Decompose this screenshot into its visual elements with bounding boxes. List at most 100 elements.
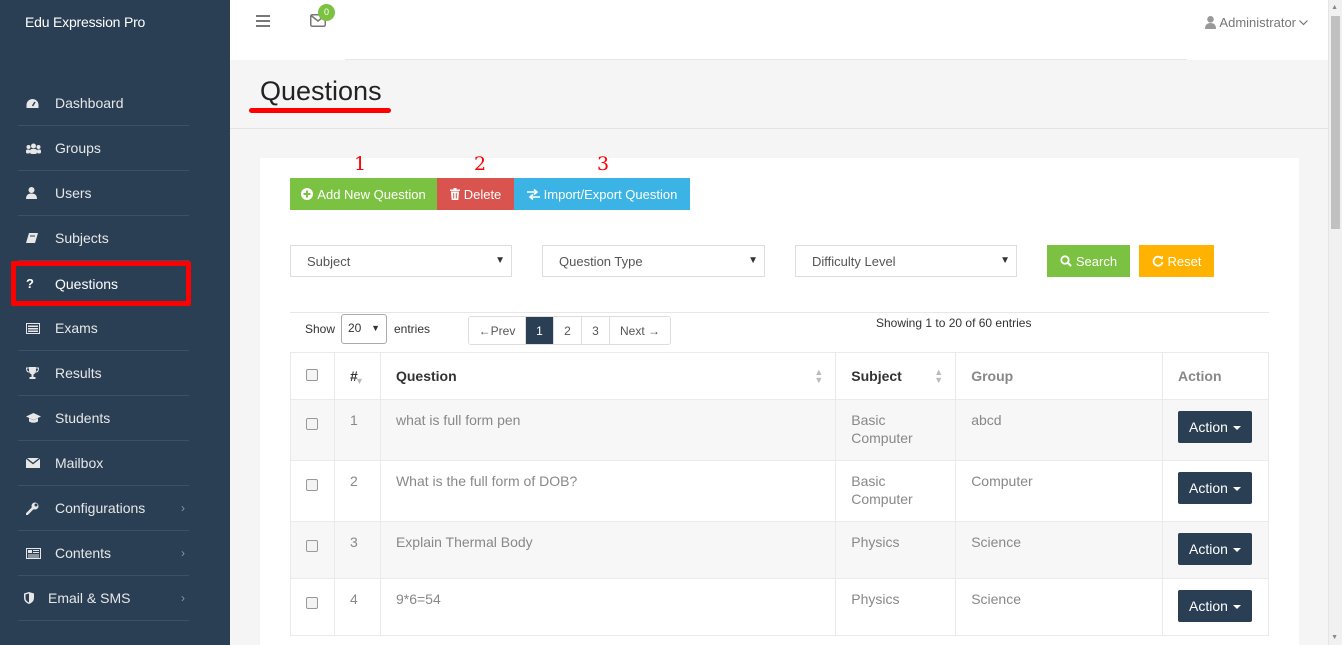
exam-icon <box>18 322 55 334</box>
sidebar-item-label: Results <box>55 365 102 381</box>
sidebar-item-questions[interactable]: ? Questions <box>11 261 191 306</box>
page-button-2[interactable]: 2 <box>554 317 582 344</box>
next-page-button[interactable]: Next → <box>610 317 670 344</box>
annotation-1: 1 <box>354 153 367 175</box>
row-checkbox[interactable] <box>306 540 318 552</box>
column-header-subject[interactable]: Subject ▲ ▼ <box>835 352 957 400</box>
page-size-select[interactable]: 20 ▼ <box>341 314 387 344</box>
sidebar-item-label: Subjects <box>55 230 109 246</box>
sidebar-item-results[interactable]: Results <box>18 351 189 396</box>
sidebar-item-subjects[interactable]: Subjects <box>18 216 189 261</box>
sidebar-item-dashboard[interactable]: Dashboard <box>18 81 189 126</box>
sidebar-item-students[interactable]: Students <box>18 396 189 441</box>
group-text: Science <box>955 521 1163 579</box>
user-menu[interactable]: Administrator <box>1205 15 1308 30</box>
subject-select[interactable]: Subject ▼ <box>290 245 512 277</box>
sidebar-item-configurations[interactable]: Configurations › <box>18 486 189 531</box>
action-cell: Action <box>1161 460 1270 522</box>
column-header-number[interactable]: # ▼ <box>333 352 381 400</box>
page-button-3[interactable]: 3 <box>582 317 610 344</box>
sidebar-item-contents[interactable]: Contents › <box>18 531 189 576</box>
page-button-1[interactable]: 1 <box>526 317 554 344</box>
sidebar-item-label: Students <box>55 410 111 426</box>
row-checkbox[interactable] <box>306 479 318 491</box>
sidebar-item-label: Contents <box>55 545 112 561</box>
row-checkbox[interactable] <box>306 597 318 609</box>
divider <box>290 312 1269 313</box>
sort-icon: ▲ ▼ <box>934 367 944 385</box>
group-text: abcd <box>955 399 1163 461</box>
action-dropdown-button[interactable]: Action <box>1177 590 1252 622</box>
pagination: ←Prev 1 2 3 Next → <box>468 316 671 345</box>
row-number: 3 <box>333 521 381 579</box>
divider <box>345 59 1187 60</box>
plus-circle-icon <box>301 188 314 200</box>
scroll-down-icon[interactable]: ▼ <box>1331 634 1338 641</box>
row-number: 1 <box>333 399 381 461</box>
caret-down-icon <box>1232 426 1241 430</box>
subject-text: Physics <box>835 521 957 579</box>
sidebar-item-users[interactable]: Users <box>18 171 189 216</box>
scrollbar-thumb[interactable] <box>1331 16 1340 229</box>
delete-button[interactable]: Delete <box>437 178 514 210</box>
graduation-cap-icon <box>18 412 55 424</box>
select-all-checkbox[interactable] <box>306 369 318 381</box>
sidebar-item-label: Email & SMS <box>48 590 131 606</box>
highlight-underline <box>249 108 391 113</box>
sidebar-item-groups[interactable]: Groups <box>18 126 189 171</box>
wrench-icon <box>18 502 55 515</box>
table-row: 3 Explain Thermal Body Physics Science A… <box>290 521 1270 579</box>
question-type-select-value: Question Type <box>559 254 643 269</box>
sidebar-item-label: Groups <box>55 140 101 156</box>
chevron-right-icon: › <box>181 591 185 605</box>
brand-title[interactable]: Edu Expression Pro <box>0 0 230 60</box>
sidebar-item-mailbox[interactable]: Mailbox <box>18 441 189 486</box>
subject-select-value: Subject <box>307 254 351 269</box>
sidebar-item-exams[interactable]: Exams <box>18 306 189 351</box>
sidebar-item-email-sms[interactable]: Email & SMS › <box>18 576 189 621</box>
row-number: 4 <box>333 578 381 636</box>
action-dropdown-button[interactable]: Action <box>1177 411 1252 443</box>
reset-button[interactable]: Reset <box>1139 245 1214 277</box>
column-header-question[interactable]: Question ▲ ▼ <box>379 352 837 400</box>
page-scrollbar[interactable]: ▲ ▼ <box>1328 0 1342 645</box>
show-label: Show <box>305 322 336 336</box>
add-question-button[interactable]: Add New Question <box>290 178 437 210</box>
action-cell: Action <box>1161 399 1270 461</box>
question-text: What is the full form of DOB? <box>379 460 837 522</box>
user-icon <box>18 187 55 199</box>
page-size-value: 20 <box>348 321 362 335</box>
scroll-up-icon[interactable]: ▲ <box>1331 4 1338 11</box>
book-icon <box>18 232 55 244</box>
row-select-cell <box>290 578 335 636</box>
action-cell: Action <box>1161 521 1270 579</box>
sidebar-item-label: Users <box>55 185 92 201</box>
sidebar-item-label: Exams <box>55 320 98 336</box>
subject-text: Physics <box>835 578 957 636</box>
chevron-right-icon: › <box>181 546 185 560</box>
difficulty-select[interactable]: Difficulty Level ▼ <box>795 245 1017 277</box>
search-button[interactable]: Search <box>1047 245 1130 277</box>
trophy-icon <box>18 367 55 379</box>
action-dropdown-button[interactable]: Action <box>1177 472 1252 504</box>
sidebar-item-label: Dashboard <box>55 95 124 111</box>
divider <box>230 128 1328 129</box>
import-export-button[interactable]: Import/Export Question <box>514 178 690 210</box>
row-select-cell <box>290 460 335 522</box>
question-type-select[interactable]: Question Type ▼ <box>542 245 765 277</box>
prev-page-button[interactable]: ←Prev <box>469 317 526 344</box>
entries-info: Showing 1 to 20 of 60 entries <box>876 316 1032 330</box>
caret-down-icon <box>1232 487 1241 491</box>
row-checkbox[interactable] <box>306 418 318 430</box>
header-label: Group <box>971 368 1014 384</box>
annotation-2: 2 <box>474 153 487 175</box>
action-label: Action <box>1188 598 1228 614</box>
column-header-action: Action <box>1161 352 1270 400</box>
menu-toggle-icon[interactable] <box>256 15 270 27</box>
header-label: Subject <box>851 368 902 384</box>
header-label: Question <box>395 368 457 384</box>
action-dropdown-button[interactable]: Action <box>1177 533 1252 565</box>
table-row: 2 What is the full form of DOB? Basic Co… <box>290 460 1270 522</box>
add-question-label: Add New Question <box>317 186 426 202</box>
action-label: Action <box>1188 419 1228 435</box>
